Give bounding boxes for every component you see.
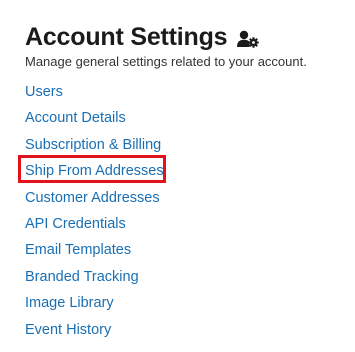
nav-link-email-templates[interactable]: Email Templates [25,242,131,258]
nav-item-customer-addresses: Customer Addresses [25,185,164,211]
nav-item-api-credentials: API Credentials [25,211,164,237]
nav-item-users: Users [25,79,164,105]
nav-link-users[interactable]: Users [25,84,63,100]
page-title: Account Settings [25,22,228,51]
nav-link-ship-from-addresses[interactable]: Ship From Addresses [25,163,164,179]
nav-item-image-library: Image Library [25,290,164,316]
nav-link-api-credentials[interactable]: API Credentials [25,216,126,232]
nav-link-subscription-billing[interactable]: Subscription & Billing [25,137,161,153]
nav-item-email-templates: Email Templates [25,237,164,263]
nav-link-event-history[interactable]: Event History [25,322,111,338]
nav-link-customer-addresses[interactable]: Customer Addresses [25,190,160,206]
nav-link-branded-tracking[interactable]: Branded Tracking [25,269,139,285]
nav-item-ship-from-addresses: Ship From Addresses [25,158,164,184]
nav-link-account-details[interactable]: Account Details [25,110,126,126]
page-header: Account Settings [25,22,260,52]
nav-item-event-history: Event History [25,317,164,343]
user-gear-icon [237,30,260,48]
page-subtitle: Manage general settings related to your … [25,54,307,69]
nav-item-branded-tracking: Branded Tracking [25,264,164,290]
nav-item-account-details: Account Details [25,105,164,131]
settings-nav-list: Users Account Details Subscription & Bil… [25,79,164,343]
nav-item-subscription-billing: Subscription & Billing [25,132,164,158]
nav-link-image-library[interactable]: Image Library [25,295,114,311]
